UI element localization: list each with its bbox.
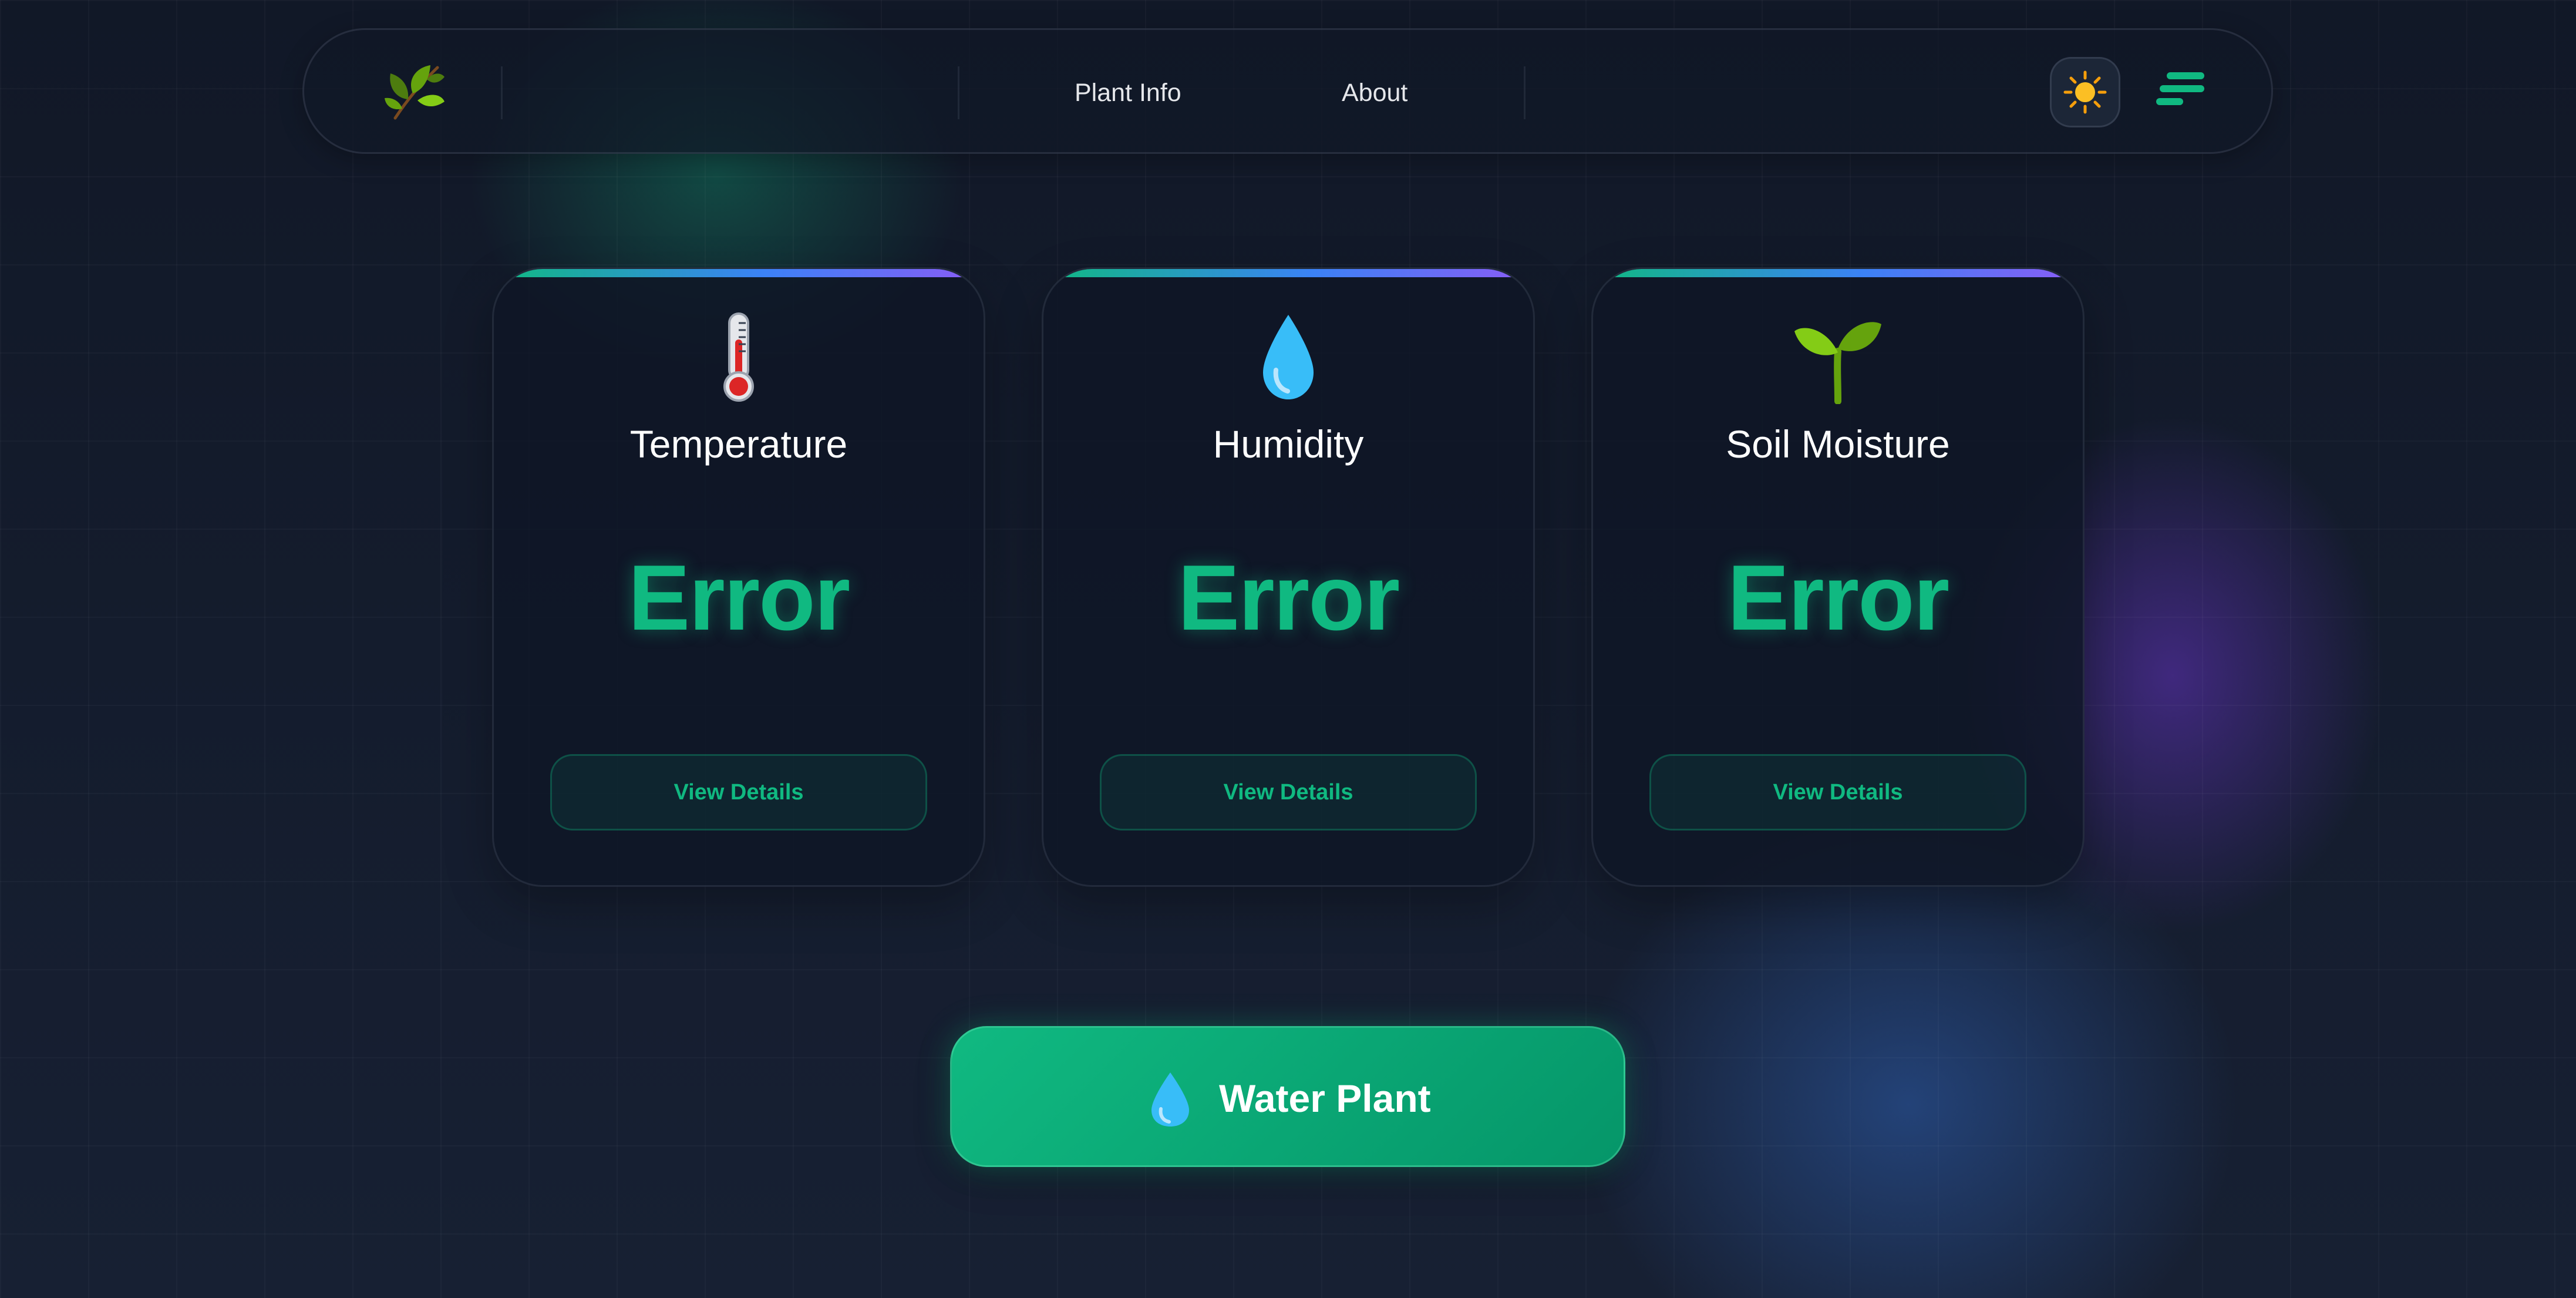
thermometer-icon: [715, 312, 762, 406]
menu-line: [2160, 85, 2204, 92]
view-details-button[interactable]: View Details: [1100, 754, 1477, 830]
water-drop-icon: [1256, 315, 1321, 406]
nav-link-plant-info[interactable]: Plant Info: [1075, 72, 1181, 113]
menu-line: [2156, 98, 2183, 105]
sensor-value: Error: [1727, 546, 1949, 650]
card-title: Temperature: [629, 422, 848, 466]
sensor-card-soil-moisture: Soil Moisture Error View Details: [1591, 267, 2085, 887]
top-navbar: Plant Info About: [302, 28, 2273, 154]
view-details-button[interactable]: View Details: [550, 754, 927, 830]
card-accent-bar: [1593, 269, 2083, 277]
nav-divider: [501, 66, 503, 119]
card-title: Soil Moisture: [1726, 422, 1950, 466]
sensor-value: Error: [628, 546, 850, 650]
nav-divider: [958, 66, 959, 119]
card-accent-bar: [494, 269, 984, 277]
water-drop-icon: [1147, 1070, 1194, 1129]
nav-divider: [1524, 66, 1526, 119]
menu-line: [2167, 72, 2204, 79]
nav-link-about[interactable]: About: [1342, 72, 1407, 113]
sensor-value: Error: [1177, 546, 1400, 650]
sensor-card-humidity: Humidity Error View Details: [1042, 267, 1535, 887]
menu-icon[interactable]: [2154, 65, 2213, 112]
seedling-icon: [1791, 322, 1885, 406]
card-accent-bar: [1043, 269, 1533, 277]
leaf-icon[interactable]: [383, 59, 448, 124]
water-plant-button[interactable]: Water Plant: [950, 1026, 1625, 1167]
theme-toggle-button[interactable]: [2050, 57, 2120, 127]
water-plant-label: Water Plant: [1219, 1077, 1431, 1120]
card-title: Humidity: [1213, 422, 1364, 466]
view-details-button[interactable]: View Details: [1649, 754, 2026, 830]
sensor-card-temperature: Temperature Error View Details: [492, 267, 985, 887]
